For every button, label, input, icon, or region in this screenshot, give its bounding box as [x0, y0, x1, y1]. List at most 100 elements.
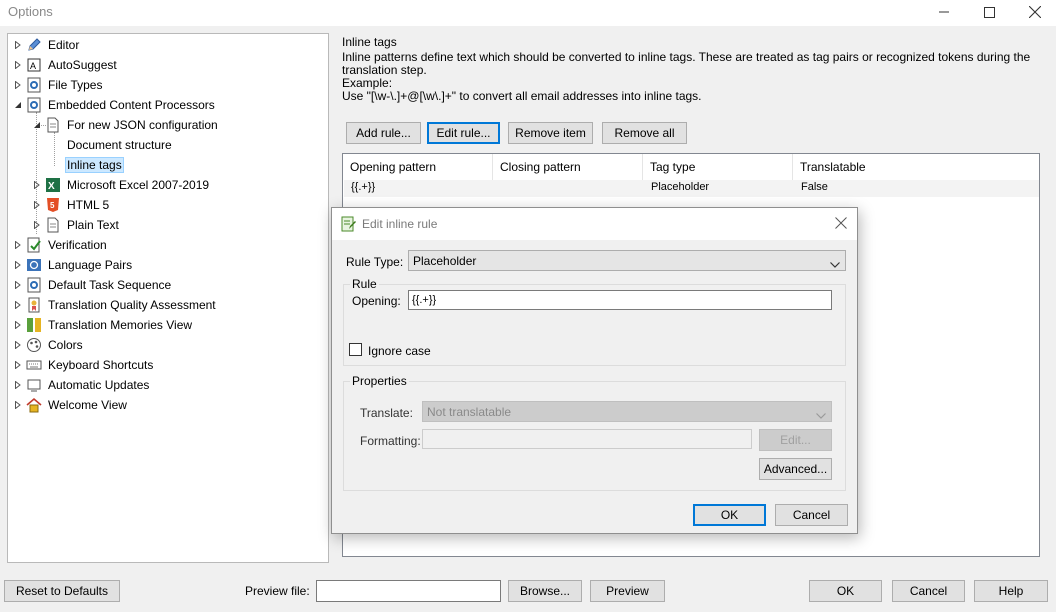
- tree-item-automatic-updates[interactable]: Automatic Updates: [13, 376, 151, 394]
- expand-icon[interactable]: [32, 220, 42, 230]
- maximize-button[interactable]: [966, 0, 1012, 24]
- tree-item-label: Translation Memories View: [48, 318, 193, 332]
- tree-item-label: Default Task Sequence: [48, 278, 172, 292]
- cancel-button[interactable]: Cancel: [892, 580, 965, 602]
- table-row[interactable]: {{.+}} Placeholder False: [344, 180, 1039, 197]
- tree-item-language-pairs[interactable]: Language Pairs: [13, 256, 134, 274]
- expand-icon[interactable]: [13, 360, 23, 370]
- advanced-button[interactable]: Advanced...: [759, 458, 832, 480]
- ok-button[interactable]: OK: [809, 580, 882, 602]
- preview-file-label: Preview file:: [245, 584, 310, 598]
- expand-icon[interactable]: [13, 240, 23, 250]
- tree-item-autosuggest[interactable]: A AutoSuggest: [13, 56, 119, 74]
- reset-defaults-button[interactable]: Reset to Defaults: [4, 580, 120, 602]
- edit-document-icon: [341, 216, 357, 235]
- tree-item-editor[interactable]: Editor: [13, 36, 81, 54]
- pencil-icon: [26, 37, 42, 53]
- tree-item-plain-text[interactable]: Plain Text: [32, 216, 121, 234]
- document-icon: [45, 117, 61, 133]
- opening-input[interactable]: {{.+}}: [408, 290, 832, 310]
- rule-type-select[interactable]: Placeholder: [408, 250, 846, 271]
- preview-file-input[interactable]: [316, 580, 501, 602]
- tree-item-label: File Types: [48, 78, 103, 92]
- expand-icon[interactable]: [13, 300, 23, 310]
- file-gear-icon: [26, 77, 42, 93]
- edit-inline-rule-dialog[interactable]: Edit inline rule Rule Type: Placeholder …: [331, 207, 858, 534]
- remove-item-button[interactable]: Remove item: [508, 122, 593, 144]
- tree-item-welcome-view[interactable]: Welcome View: [13, 396, 129, 414]
- tree-item-label: Language Pairs: [48, 258, 133, 272]
- tree-item-html5[interactable]: 5 HTML 5: [32, 196, 111, 214]
- tree-item-label: Plain Text: [67, 218, 119, 232]
- help-button[interactable]: Help: [974, 580, 1048, 602]
- dialog-titlebar: Edit inline rule: [332, 208, 857, 240]
- expand-icon[interactable]: [13, 60, 23, 70]
- tree-item-keyboard-shortcuts[interactable]: Keyboard Shortcuts: [13, 356, 155, 374]
- rule-type-value: Placeholder: [413, 253, 477, 268]
- ignore-case-checkbox[interactable]: [349, 343, 362, 356]
- tree-item-label: Colors: [48, 338, 83, 352]
- cell-opening: {{.+}}: [351, 181, 376, 193]
- expand-icon[interactable]: [13, 40, 23, 50]
- tree-item-inline-tags[interactable]: Inline tags: [65, 156, 124, 174]
- tree-item-file-types[interactable]: File Types: [13, 76, 104, 94]
- expand-icon[interactable]: [13, 80, 23, 90]
- expand-icon[interactable]: [13, 280, 23, 290]
- quality-icon: [26, 297, 42, 313]
- expand-icon[interactable]: [32, 180, 42, 190]
- column-header-opening[interactable]: Opening pattern: [343, 154, 493, 180]
- dialog-ok-button[interactable]: OK: [693, 504, 766, 526]
- edit-rule-button[interactable]: Edit rule...: [427, 122, 500, 144]
- browse-button[interactable]: Browse...: [508, 580, 582, 602]
- expand-icon[interactable]: [13, 320, 23, 330]
- expand-icon[interactable]: [32, 200, 42, 210]
- tree-item-json-config[interactable]: For new JSON configuration: [32, 116, 220, 134]
- description-line: Use "[\w-\.]+@[\w\.]+" to convert all em…: [342, 89, 702, 103]
- preview-button[interactable]: Preview: [590, 580, 665, 602]
- tree-item-embedded-content[interactable]: Embedded Content Processors: [13, 96, 217, 114]
- tree-item-tqa[interactable]: Translation Quality Assessment: [13, 296, 218, 314]
- column-header-tag-type[interactable]: Tag type: [643, 154, 793, 180]
- collapse-icon[interactable]: [32, 120, 42, 130]
- tree-item-default-task-sequence[interactable]: Default Task Sequence: [13, 276, 173, 294]
- tree-item-label: Keyboard Shortcuts: [48, 358, 154, 372]
- html5-icon: 5: [45, 197, 61, 213]
- tree-item-label: Translation Quality Assessment: [48, 298, 216, 312]
- expand-icon[interactable]: [13, 340, 23, 350]
- excel-icon: X: [45, 177, 61, 193]
- remove-all-button[interactable]: Remove all: [602, 122, 687, 144]
- dialog-close-icon[interactable]: [835, 217, 847, 232]
- options-tree[interactable]: Editor A AutoSuggest File Types Embedded…: [7, 33, 329, 563]
- expand-icon[interactable]: [13, 400, 23, 410]
- tree-item-document-structure[interactable]: Document structure: [65, 136, 174, 154]
- tree-item-tm-view[interactable]: Translation Memories View: [13, 316, 194, 334]
- tree-item-verification[interactable]: Verification: [13, 236, 109, 254]
- rule-group-title: Rule: [350, 277, 379, 291]
- file-gear-icon: [26, 277, 42, 293]
- expand-icon[interactable]: [13, 380, 23, 390]
- dialog-cancel-button[interactable]: Cancel: [775, 504, 848, 526]
- maximize-icon: [983, 6, 995, 18]
- expand-icon[interactable]: [13, 260, 23, 270]
- minimize-button[interactable]: [921, 0, 967, 24]
- minimize-icon: [939, 11, 949, 13]
- tree-item-excel[interactable]: X Microsoft Excel 2007-2019: [32, 176, 211, 194]
- column-header-closing[interactable]: Closing pattern: [493, 154, 643, 180]
- section-title: Inline tags: [342, 35, 397, 49]
- tree-item-label: Inline tags: [65, 157, 124, 173]
- tree-item-colors[interactable]: Colors: [13, 336, 85, 354]
- add-rule-button[interactable]: Add rule...: [346, 122, 421, 144]
- column-header-translatable[interactable]: Translatable: [793, 154, 1038, 180]
- formatting-input: [422, 429, 752, 449]
- collapse-icon[interactable]: [13, 100, 23, 110]
- svg-text:A: A: [30, 61, 36, 71]
- window-titlebar: Options: [0, 0, 1056, 26]
- translation-memory-icon: [26, 317, 42, 333]
- tree-item-label: Automatic Updates: [48, 378, 150, 392]
- dialog-title: Edit inline rule: [362, 217, 438, 231]
- autosuggest-icon: A: [26, 57, 42, 73]
- description-line: translation step.: [342, 63, 427, 77]
- ignore-case-label[interactable]: Ignore case: [368, 344, 431, 358]
- close-button[interactable]: [1012, 0, 1056, 24]
- properties-group-title: Properties: [350, 374, 409, 388]
